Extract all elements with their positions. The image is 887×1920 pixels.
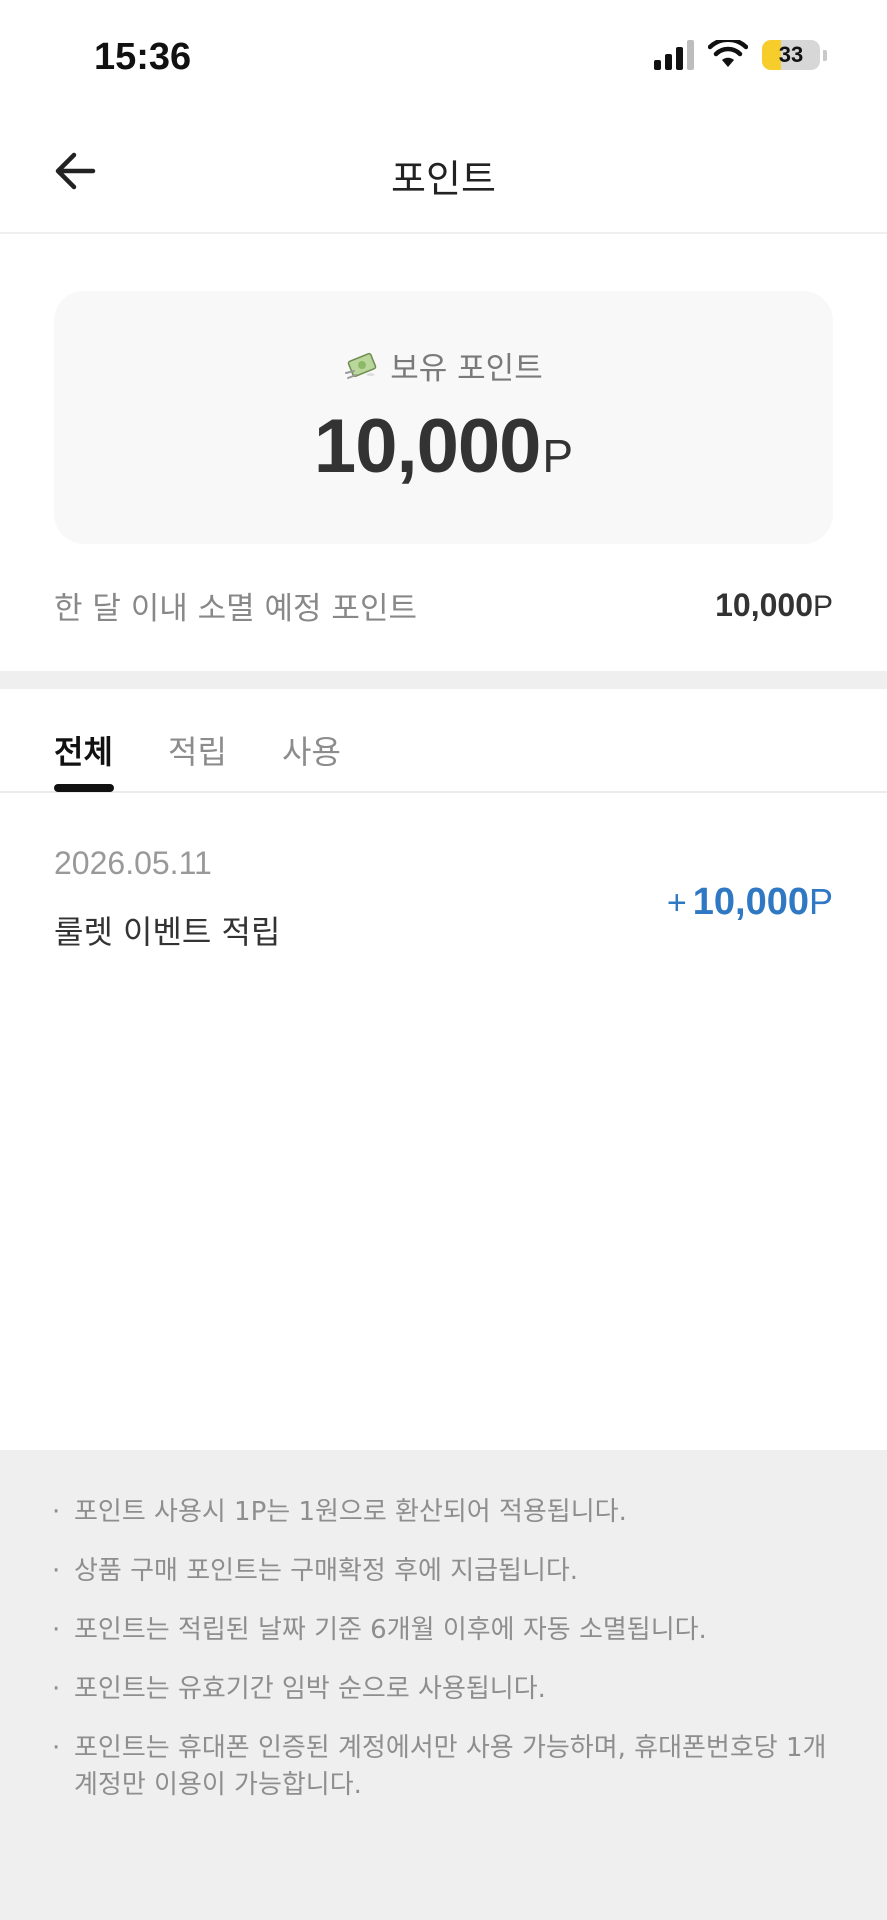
balance-label: 보유 포인트: [390, 351, 543, 387]
notice-text: 포인트는 유효기간 임박 순으로 사용됩니다.: [74, 1674, 546, 1704]
section-divider: [0, 671, 887, 689]
history-tabs: 전체 적립 사용: [0, 689, 887, 793]
notice-item: · 포인트 사용시 1P는 1원으로 환산되어 적용됩니다.: [52, 1494, 837, 1531]
notice-bullet: ·: [52, 1733, 61, 1763]
notice-item: · 포인트는 적립된 날짜 기준 6개월 이후에 자동 소멸됩니다.: [52, 1612, 837, 1649]
amount-sign: +: [666, 884, 687, 922]
notice-text: 상품 구매 포인트는 구매확정 후에 지급됩니다.: [74, 1556, 579, 1586]
list-item: 2026.05.11 룰렛 이벤트 적립 +10,000P: [54, 845, 833, 955]
expiring-points-value: 10,000: [715, 586, 813, 623]
expiring-points-unit: P: [812, 589, 833, 623]
notice-bullet: ·: [52, 1497, 61, 1527]
balance-unit: P: [542, 430, 574, 482]
expiring-points-amount: 10,000P: [715, 587, 833, 624]
history-amount: +10,000P: [667, 881, 833, 924]
status-icons: 33: [654, 40, 827, 70]
notice-text: 포인트는 적립된 날짜 기준 6개월 이후에 자동 소멸됩니다.: [74, 1615, 707, 1645]
battery-cap: [823, 49, 827, 61]
points-screen: 15:36 33 포인트 보유 포인트 10,000P 한 달 이내 소멸 예정…: [0, 0, 887, 1920]
balance-label-row: 보유 포인트: [54, 343, 833, 388]
status-bar: 15:36 33: [0, 0, 887, 118]
notice-bullet: ·: [52, 1615, 61, 1645]
notice-text: 포인트는 휴대폰 인증된 계정에서만 사용 가능하며, 휴대폰번호당 1개 계정…: [74, 1733, 827, 1800]
notice-item: · 포인트는 휴대폰 인증된 계정에서만 사용 가능하며, 휴대폰번호당 1개 계…: [52, 1730, 837, 1804]
cellular-signal-icon: [654, 40, 694, 70]
tab-earn[interactable]: 적립: [168, 727, 227, 773]
history-date: 2026.05.11: [54, 845, 212, 881]
page-title: 포인트: [391, 157, 496, 201]
balance-value-row: 10,000P: [54, 403, 833, 490]
app-header: 포인트: [0, 118, 887, 234]
battery-percent: 33: [778, 42, 804, 67]
expiring-points-label: 한 달 이내 소멸 예정 포인트: [54, 590, 417, 627]
notice-bullet: ·: [52, 1556, 61, 1586]
active-tab-indicator: [54, 784, 114, 792]
points-balance-card: 보유 포인트 10,000P: [54, 291, 833, 544]
notice-item: · 상품 구매 포인트는 구매확정 후에 지급됩니다.: [52, 1553, 837, 1590]
amount-unit: P: [808, 881, 833, 922]
notice-bullet: ·: [52, 1674, 61, 1704]
tab-all[interactable]: 전체: [54, 727, 113, 773]
battery-icon: 33: [762, 40, 820, 70]
wifi-icon: [708, 40, 748, 67]
balance-value: 10,000: [313, 404, 541, 489]
tab-use[interactable]: 사용: [282, 727, 341, 773]
notice-list: · 포인트 사용시 1P는 1원으로 환산되어 적용됩니다. · 상품 구매 포인트…: [52, 1494, 837, 1804]
history-description: 룰렛 이벤트 적립: [54, 913, 281, 951]
notice-section: · 포인트 사용시 1P는 1원으로 환산되어 적용됩니다. · 상품 구매 포인트…: [0, 1450, 887, 1920]
expiring-points-row: 한 달 이내 소멸 예정 포인트 10,000P: [54, 580, 833, 630]
notice-item: · 포인트는 유효기간 임박 순으로 사용됩니다.: [52, 1671, 837, 1708]
notice-text: 포인트 사용시 1P는 1원으로 환산되어 적용됩니다.: [74, 1497, 627, 1527]
flying-money-icon: [345, 352, 377, 379]
amount-value: 10,000: [692, 881, 809, 923]
status-time: 15:36: [94, 36, 192, 78]
